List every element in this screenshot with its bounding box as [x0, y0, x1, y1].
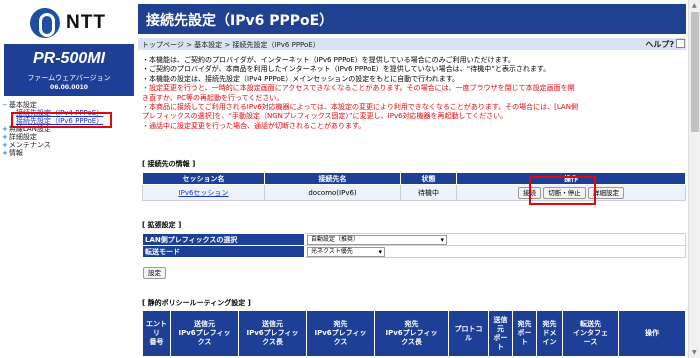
nav-basic-label: 基本設定: [8, 101, 37, 109]
header-protocol: プロトコ ル: [448, 310, 489, 357]
nav-advanced-label: 詳細設定: [8, 133, 37, 141]
header-src-port: 送信 元 ポー ト: [488, 310, 513, 357]
warning-line: ・設定変更を行うと、一時的に本設定画面にアクセスできなくなることがあります。その…: [142, 84, 575, 93]
logo-text: NTT: [66, 12, 106, 33]
header-session: セッション名: [142, 172, 265, 185]
sidebar: NTT PR-500MI ファームウェアバージョン 06.00.0010 −基本…: [0, 0, 137, 358]
firmware-version: 06.00.0010: [50, 84, 88, 91]
warning-line: プレフィックスの選択]を、“手動設定（NGNプレフィックス固定）”に変更し、IP…: [142, 112, 508, 121]
nav-maintenance-label: メンテナンス: [8, 141, 51, 149]
page-title: 接続先設定（IPv6 PPPoE）: [146, 13, 334, 29]
header-dst-port: 宛先 ポー ト: [512, 310, 537, 357]
warning-line: ・通話中に設定変更を行った場合、通話が切断されることがあります。: [142, 121, 366, 130]
table-header-row: セッション名 接続先名 状態 操作: [142, 172, 686, 185]
table-row: LAN側プレフィックスの選択 自動設定（推奨）: [142, 233, 686, 246]
expand-icon: +: [2, 141, 8, 149]
nav-info-label: 情報: [8, 149, 23, 157]
ntt-logo-icon: [30, 8, 60, 38]
connection-info-title: [ 接続先の情報 ]: [142, 160, 196, 168]
transfer-mode-label: 転送モード: [142, 245, 305, 258]
extension-table: LAN側プレフィックスの選択 自動設定（推奨） 転送モード 光ネクスト優先: [142, 233, 686, 258]
notes: ・本機能は、ご契約のプロバイダが、インターネット（IPv6 PPPoE）を提供し…: [142, 56, 686, 131]
breadcrumb-bar: トップページ > 基本設定 > 接続先設定（IPv6 PPPoE） ヘルプ?: [138, 38, 686, 50]
transfer-mode-cell: 光ネクスト優先: [304, 245, 686, 258]
highlight-box: [529, 176, 596, 205]
table-row: 転送モード 光ネクスト優先: [142, 245, 686, 258]
header-src-prefix-len: 送信元 IPv6プレフィッ クス長: [238, 310, 307, 357]
table-header-row: エント リ 番号 送信元 IPv6プレフィッ クス 送信元 IPv6プレフィッ …: [142, 310, 686, 357]
firmware-label: ファームウェアバージョン: [27, 74, 111, 82]
prefix-select[interactable]: 自動設定（推奨）: [307, 234, 447, 245]
expand-icon: +: [2, 125, 8, 133]
header-entry-no: エント リ 番号: [142, 310, 171, 357]
nav-info[interactable]: +情報: [2, 149, 103, 157]
session-cell: IPv6セッション: [142, 184, 265, 201]
routing-title: [ 静的ポリシールーティング設定 ]: [142, 299, 251, 307]
transfer-mode-select[interactable]: 光ネクスト優先: [307, 246, 385, 257]
scroll-thumb[interactable]: [691, 12, 699, 132]
header-dst-domain: 宛先 ドメ イン: [536, 310, 563, 357]
header-dest: 接続先名: [264, 172, 401, 185]
status-cell: 待機中: [400, 184, 457, 201]
highlight-box: [11, 112, 112, 128]
header-status: 状態: [400, 172, 457, 185]
header-src-prefix: 送信元 IPv6プレフィッ クス: [170, 310, 239, 357]
note-line: ・本機能の設定は、接続先設定（IPv4 PPPoE）メインセッションの設定をもと…: [142, 74, 460, 83]
dest-cell: docomo(IPv6): [264, 184, 401, 201]
breadcrumb[interactable]: トップページ > 基本設定 > 接続先設定（IPv6 PPPoE）: [142, 40, 320, 50]
main-content: 接続先設定（IPv6 PPPoE） トップページ > 基本設定 > 接続先設定（…: [138, 0, 686, 358]
nav-maintenance[interactable]: +メンテナンス: [2, 141, 103, 149]
prefix-cell: 自動設定（推奨）: [304, 233, 686, 246]
scrollbar[interactable]: ▲ ▼: [688, 0, 700, 358]
nav-advanced[interactable]: +詳細設定: [2, 133, 103, 141]
header-ops: 操作: [618, 310, 686, 357]
title-bar: 接続先設定（IPv6 PPPoE）: [138, 4, 686, 34]
nav-basic[interactable]: −基本設定: [2, 101, 103, 109]
scroll-down-icon[interactable]: ▼: [692, 349, 697, 356]
session-link[interactable]: IPv6セッション: [179, 189, 229, 197]
extension-title: [ 拡張設定 ]: [142, 221, 182, 229]
scroll-up-icon[interactable]: ▲: [692, 2, 697, 9]
prefix-label: LAN側プレフィックスの選択: [142, 233, 305, 246]
ntt-logo: NTT: [30, 6, 120, 40]
note-line: ・本機能は、ご契約のプロバイダが、インターネット（IPv6 PPPoE）を提供し…: [142, 56, 515, 64]
help-icon[interactable]: [676, 39, 685, 48]
expand-icon: +: [2, 133, 8, 141]
nav-menu: −基本設定 接続先設定（IPv4 PPPoE） 接続先設定（IPv6 PPPoE…: [2, 101, 103, 157]
help-link[interactable]: ヘルプ?: [645, 39, 674, 50]
note-line: ・ご契約のプロバイダが、本商品を利用したインターネット（IPv6 PPPoE）を…: [142, 65, 551, 74]
routing-table: エント リ 番号 送信元 IPv6プレフィッ クス 送信元 IPv6プレフィッ …: [142, 310, 686, 357]
expand-icon: +: [2, 149, 8, 157]
header-interface: 転送先 インタフェ ース: [562, 310, 619, 357]
header-dst-prefix-len: 宛先 IPv6プレフィッ クス長: [374, 310, 449, 357]
model-name: PR-500MI: [32, 50, 106, 67]
device-info-box: PR-500MI ファームウェアバージョン 06.00.0010: [4, 44, 134, 96]
collapse-icon: −: [2, 101, 8, 109]
set-button[interactable]: 設定: [143, 267, 166, 279]
table-row: IPv6セッション docomo(IPv6) 待機中 接続 切断・停止 詳細設定: [142, 184, 686, 201]
header-dst-prefix: 宛先 IPv6プレフィッ クス: [306, 310, 375, 357]
session-table: セッション名 接続先名 状態 操作 IPv6セッション docomo(IPv6)…: [142, 172, 686, 201]
warning-line: き直すか、PC等の再起動を行ってください。: [142, 93, 284, 102]
